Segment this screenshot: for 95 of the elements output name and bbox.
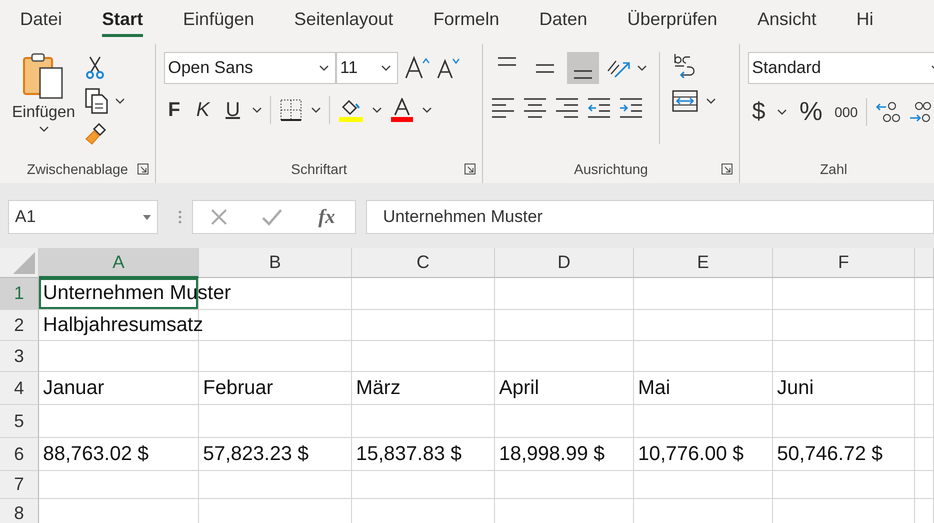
scissors-icon[interactable]	[85, 56, 106, 80]
cell-text: Mai	[637, 376, 670, 400]
dialog-launcher-icon[interactable]	[137, 163, 149, 175]
cell-text: Februar	[202, 376, 274, 400]
percent-button[interactable]: %	[795, 96, 826, 127]
cell-text: 15,837.83 $	[355, 442, 462, 466]
checkmark-icon[interactable]	[260, 207, 283, 227]
column-header[interactable]: F	[773, 248, 915, 278]
currency-button[interactable]: $	[748, 98, 770, 126]
decrease-indent-icon[interactable]	[587, 96, 611, 118]
ribbon-tab[interactable]: Überprüfen	[627, 3, 718, 37]
wrap-text-icon[interactable]	[672, 52, 696, 78]
cell-text: 88,763.02 $	[42, 442, 149, 466]
formula-field[interactable]: Unternehmen Muster	[366, 200, 934, 234]
row-header[interactable]: 3	[0, 341, 39, 372]
caret-icon[interactable]	[252, 107, 262, 113]
cell-text: Januar	[42, 376, 104, 400]
font-size-dropdown[interactable]: 11	[336, 52, 398, 84]
ribbon-tab[interactable]: Start	[102, 3, 144, 37]
cell-text: Juni	[776, 376, 814, 400]
font-name-dropdown[interactable]: Open Sans	[164, 52, 336, 84]
caret-icon[interactable]	[777, 108, 788, 114]
clipboard-icon	[22, 52, 66, 100]
row-header[interactable]: 7	[0, 471, 39, 499]
align-lines-icon	[573, 70, 593, 79]
vertical-align-button[interactable]	[567, 52, 599, 84]
cell-text: März	[355, 376, 400, 400]
drag-handle-icon[interactable]	[178, 209, 182, 225]
ribbon-tab[interactable]: Ansicht	[757, 3, 816, 37]
align-center-icon[interactable]	[523, 96, 547, 118]
triangle-icon	[13, 252, 35, 274]
cell-text: April	[498, 376, 540, 400]
decrease-font-icon[interactable]	[436, 56, 460, 80]
caret-icon[interactable]	[637, 65, 647, 71]
font-color-icon[interactable]	[390, 98, 414, 122]
column-header[interactable]: D	[495, 248, 634, 278]
column-header[interactable]: E	[634, 248, 773, 278]
cell-text: Halbjahresumsatz	[42, 314, 204, 336]
column-header[interactable]: B	[199, 248, 352, 278]
align-lines-icon	[497, 57, 517, 66]
caret-icon	[381, 65, 391, 71]
ribbon-tab[interactable]: Datei	[20, 3, 62, 37]
dialog-launcher-icon[interactable]	[464, 163, 476, 175]
row-header[interactable]: 2	[0, 310, 39, 341]
align-right-icon[interactable]	[555, 96, 579, 118]
fill-color-icon[interactable]	[338, 98, 364, 122]
dialog-launcher-icon[interactable]	[721, 163, 733, 175]
ribbon-tab[interactable]: Formeln	[433, 3, 500, 37]
italic-button[interactable]: K	[192, 98, 214, 122]
group-label: Schriftart	[290, 161, 347, 177]
number-format-dropdown[interactable]: Standard	[748, 52, 934, 84]
insert-function-button[interactable]: fx	[314, 206, 340, 228]
increase-indent-icon[interactable]	[619, 96, 643, 118]
thousands-button[interactable]: 000	[834, 104, 858, 120]
name-box[interactable]: A1	[8, 200, 158, 234]
caret-icon[interactable]	[115, 98, 126, 104]
merge-cells-icon[interactable]	[672, 90, 698, 112]
cell-text: 10,776.00 $	[637, 442, 744, 466]
column-header[interactable]: C	[352, 248, 495, 278]
grid-cell	[915, 310, 934, 341]
grid-cell	[915, 341, 934, 372]
group-label: Zwischenablage	[26, 161, 128, 177]
row-header[interactable]: 1	[0, 278, 39, 310]
bold-button[interactable]: F	[164, 98, 184, 122]
ribbon-tab[interactable]: Seitenlayout	[294, 3, 394, 37]
ribbon-tab[interactable]: Hi	[856, 3, 874, 37]
grid-cell	[915, 278, 934, 310]
row-header[interactable]: 8	[0, 499, 39, 523]
row-header[interactable]: 5	[0, 405, 39, 438]
column-header[interactable]: A	[39, 248, 199, 278]
copy-icon[interactable]	[85, 88, 110, 114]
align-left-icon[interactable]	[491, 96, 515, 118]
cell-text: 57,823.23 $	[202, 442, 309, 466]
row-header[interactable]: 6	[0, 438, 39, 471]
cell-text: 18,998.99 $	[498, 442, 605, 466]
row-header[interactable]: 4	[0, 372, 39, 405]
caret-icon	[319, 65, 329, 71]
caret-icon	[38, 126, 49, 132]
group-label: Ausrichtung	[574, 161, 648, 177]
caret-icon[interactable]	[706, 98, 716, 104]
underline-button[interactable]: U	[222, 98, 244, 122]
ribbon-tab[interactable]: Einfügen	[183, 3, 254, 37]
caret-icon	[143, 214, 151, 220]
group-label: Zahl	[820, 161, 848, 177]
caret-icon[interactable]	[311, 107, 322, 113]
grid-cell	[915, 471, 934, 499]
caret-icon[interactable]	[422, 107, 432, 113]
align-lines-icon	[535, 64, 555, 72]
caret-icon[interactable]	[372, 107, 382, 113]
cell-text: 50,746.72 $	[776, 442, 883, 466]
grid-cell	[915, 405, 934, 438]
paste-button[interactable]: Einfügen	[8, 52, 80, 155]
borders-icon[interactable]	[279, 98, 304, 122]
increase-font-icon[interactable]	[404, 56, 430, 80]
ribbon-tab[interactable]: Daten	[539, 3, 588, 37]
